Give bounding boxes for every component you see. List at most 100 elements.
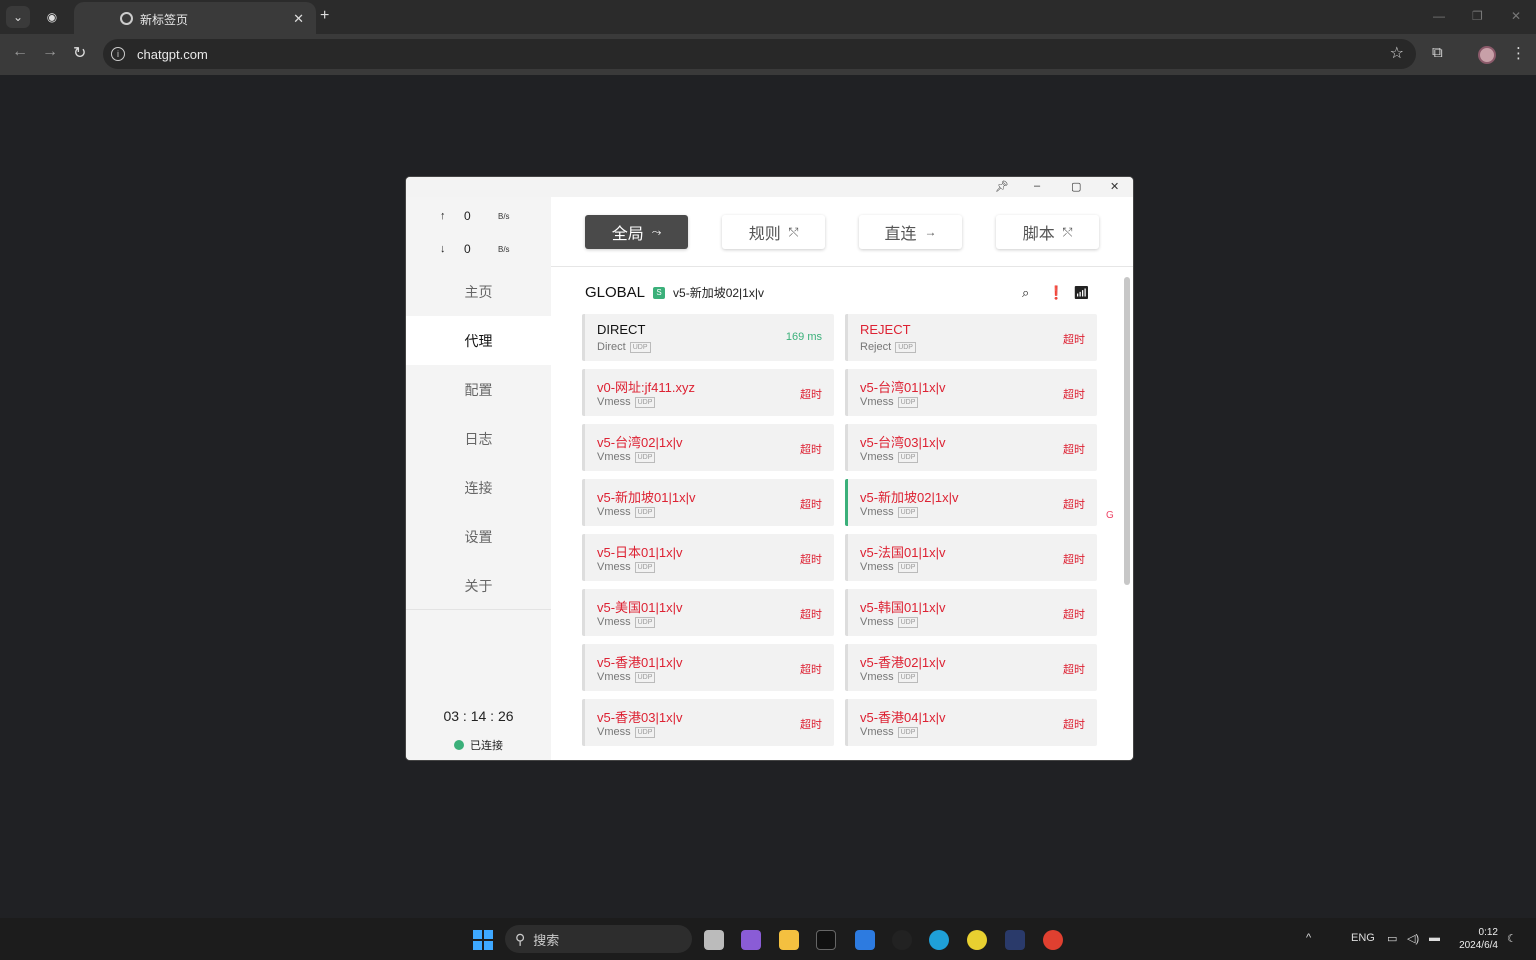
- proxy-group-header[interactable]: GLOBAL S v5-新加坡02|1x|v: [585, 284, 764, 301]
- proxy-card[interactable]: v5-美国01|1x|v Vmess UDP 超时: [582, 589, 834, 636]
- chrome-icon[interactable]: [1043, 930, 1063, 950]
- proxy-type: Vmess UDP: [860, 396, 919, 408]
- file-explorer-icon[interactable]: [779, 930, 799, 950]
- app-icon[interactable]: [967, 930, 987, 950]
- proxy-card[interactable]: v5-香港02|1x|v Vmess UDP 超时: [845, 644, 1097, 691]
- proxy-delay[interactable]: 169 ms: [786, 331, 822, 343]
- close-window-icon[interactable]: ✕: [1511, 9, 1521, 23]
- proxy-delay[interactable]: 超时: [800, 661, 822, 677]
- task-view-icon[interactable]: [704, 930, 724, 950]
- proxy-card[interactable]: v5-韩国01|1x|v Vmess UDP 超时: [845, 589, 1097, 636]
- network-icon[interactable]: ▭: [1387, 932, 1397, 945]
- proxy-delay[interactable]: 超时: [1063, 606, 1085, 622]
- sidebar-item-proxy[interactable]: 代理: [406, 316, 551, 365]
- profile-avatar[interactable]: [1478, 46, 1496, 64]
- proxy-type: Vmess UDP: [597, 671, 656, 683]
- sidebar-item-settings[interactable]: 设置: [406, 512, 551, 561]
- proxy-delay[interactable]: 超时: [800, 551, 822, 567]
- latency-test-icon[interactable]: ⌕: [1022, 285, 1029, 301]
- proxy-delay[interactable]: 超时: [800, 496, 822, 512]
- proxy-delay[interactable]: 超时: [1063, 441, 1085, 457]
- proxy-name: v5-韩国01|1x|v: [860, 600, 946, 615]
- pinned-tab-icon[interactable]: ◉: [40, 6, 64, 28]
- tray-expand-icon[interactable]: ^: [1306, 932, 1311, 944]
- visual-studio-icon[interactable]: [741, 930, 761, 950]
- wifi-icon[interactable]: 📶︎: [1073, 285, 1090, 301]
- scrollbar[interactable]: [1124, 277, 1130, 585]
- notification-icon[interactable]: ☾: [1507, 932, 1517, 945]
- udp-badge: UDP: [634, 616, 656, 628]
- proxy-delay[interactable]: 超时: [1063, 386, 1085, 402]
- traffic-panel: ↑ 0 B/s ↓ 0 B/s: [406, 197, 551, 267]
- mode-global-button[interactable]: 全局 ⤳: [585, 215, 688, 249]
- udp-badge: UDP: [634, 451, 656, 463]
- sidebar-nav: 主页 代理 配置 日志 连接 设置 关于: [406, 267, 551, 610]
- proxy-delay[interactable]: 超时: [1063, 496, 1085, 512]
- app-maximize-icon[interactable]: ▢: [1071, 180, 1081, 193]
- new-tab-icon[interactable]: +: [320, 7, 329, 25]
- proxy-card[interactable]: v5-香港03|1x|v Vmess UDP 超时: [582, 699, 834, 746]
- proxy-type: Vmess UDP: [860, 506, 919, 518]
- start-icon[interactable]: [473, 930, 493, 950]
- terminal-icon[interactable]: [816, 930, 836, 950]
- qq-icon[interactable]: [892, 930, 912, 950]
- url-text: chatgpt.com: [137, 46, 208, 62]
- reload-icon[interactable]: ↻: [73, 43, 86, 63]
- proxy-card[interactable]: v5-新加坡01|1x|v Vmess UDP 超时: [582, 479, 834, 526]
- tab-search-icon[interactable]: ⌄: [6, 6, 30, 28]
- proxy-delay[interactable]: 超时: [800, 606, 822, 622]
- app-close-icon[interactable]: ✕: [1110, 180, 1119, 193]
- tab-active[interactable]: 新标签页 ✕: [74, 2, 316, 36]
- system-clock[interactable]: 0:12 2024/6/4: [1456, 926, 1498, 952]
- sidebar-item-home[interactable]: 主页: [406, 267, 551, 316]
- sidebar-item-about[interactable]: 关于: [406, 561, 551, 610]
- minimize-icon[interactable]: —: [1433, 9, 1445, 23]
- restore-icon[interactable]: ❐: [1472, 9, 1483, 23]
- proxy-type-label: Direct: [597, 341, 626, 353]
- edge-icon[interactable]: [929, 930, 949, 950]
- proxy-card[interactable]: v5-法国01|1x|v Vmess UDP 超时: [845, 534, 1097, 581]
- proxy-card[interactable]: v5-香港01|1x|v Vmess UDP 超时: [582, 644, 834, 691]
- taskbar-search[interactable]: ⚲ 搜索: [505, 925, 692, 953]
- proxy-type: Vmess UDP: [597, 506, 656, 518]
- proxy-card[interactable]: v5-台湾02|1x|v Vmess UDP 超时: [582, 424, 834, 471]
- udp-badge: UDP: [897, 671, 919, 683]
- pin-icon[interactable]: 📌︎: [995, 180, 1009, 193]
- proxy-delay[interactable]: 超时: [800, 386, 822, 402]
- sidebar-item-logs[interactable]: 日志: [406, 414, 551, 463]
- proxy-delay[interactable]: 超时: [800, 716, 822, 732]
- sidebar-item-profiles[interactable]: 配置: [406, 365, 551, 414]
- proxy-card[interactable]: v5-新加坡02|1x|v Vmess UDP 超时: [845, 479, 1097, 526]
- proxy-card[interactable]: v5-香港04|1x|v Vmess UDP 超时: [845, 699, 1097, 746]
- proxy-delay[interactable]: 超时: [1063, 716, 1085, 732]
- mode-script-button[interactable]: 脚本 ⤲: [996, 215, 1099, 249]
- input-language[interactable]: ENG: [1351, 932, 1375, 944]
- proxy-card[interactable]: v0-网址:jf411.xyz Vmess UDP 超时: [582, 369, 834, 416]
- proxy-delay[interactable]: 超时: [1063, 661, 1085, 677]
- extensions-icon[interactable]: ⧉: [1432, 44, 1443, 61]
- site-info-icon[interactable]: i: [111, 47, 125, 61]
- battery-icon[interactable]: ▬: [1429, 932, 1440, 944]
- proxy-delay[interactable]: 超时: [800, 441, 822, 457]
- sidebar-item-connections[interactable]: 连接: [406, 463, 551, 512]
- wps-icon[interactable]: [855, 930, 875, 950]
- mode-direct-button[interactable]: 直连 →: [859, 215, 962, 249]
- info-icon[interactable]: ❗: [1048, 285, 1064, 301]
- volume-icon[interactable]: ◁): [1407, 932, 1419, 945]
- bookmark-star-icon[interactable]: ☆: [1390, 43, 1404, 63]
- proxy-card[interactable]: REJECT Reject UDP 超时: [845, 314, 1097, 361]
- app-minimize-icon[interactable]: –: [1034, 180, 1040, 192]
- proxy-card[interactable]: DIRECT Direct UDP 169 ms: [582, 314, 834, 361]
- tab-close-icon[interactable]: ✕: [293, 11, 304, 27]
- forward-icon[interactable]: →: [42, 43, 58, 61]
- proxy-delay[interactable]: 超时: [1063, 331, 1085, 347]
- mode-rule-button[interactable]: 规则 ⤲: [722, 215, 825, 249]
- address-bar[interactable]: i chatgpt.com ☆: [103, 39, 1416, 69]
- proxy-card[interactable]: v5-台湾01|1x|v Vmess UDP 超时: [845, 369, 1097, 416]
- proxy-card[interactable]: v5-台湾03|1x|v Vmess UDP 超时: [845, 424, 1097, 471]
- proxy-card[interactable]: v5-日本01|1x|v Vmess UDP 超时: [582, 534, 834, 581]
- clash-icon[interactable]: [1005, 930, 1025, 950]
- back-icon[interactable]: ←: [12, 43, 28, 61]
- menu-icon[interactable]: ⋮: [1511, 44, 1526, 62]
- proxy-delay[interactable]: 超时: [1063, 551, 1085, 567]
